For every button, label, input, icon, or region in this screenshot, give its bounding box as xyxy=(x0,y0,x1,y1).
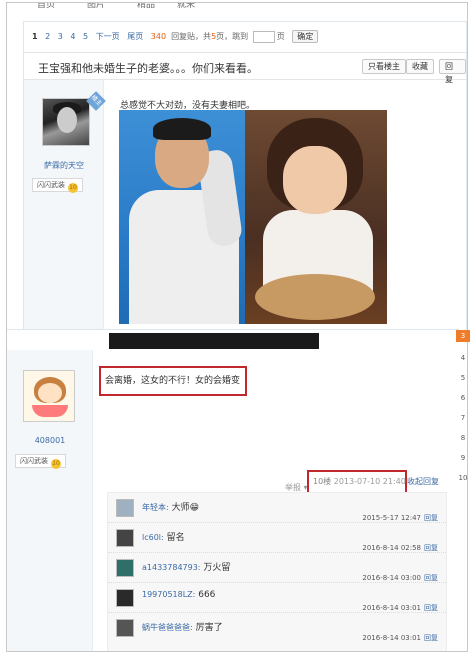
avatar[interactable] xyxy=(116,559,134,577)
user-medal: 闪闪武装 10 xyxy=(32,178,83,193)
avatar[interactable] xyxy=(42,98,90,146)
comment-reply-link[interactable]: 回复 xyxy=(424,634,438,642)
only-op-button[interactable]: 只看楼主 xyxy=(362,59,406,74)
comment-reply-link[interactable]: 回复 xyxy=(424,544,438,552)
floor-number: 10楼 xyxy=(313,477,332,486)
floor-index: 3 4 5 6 7 8 9 10 xyxy=(456,330,470,488)
next-page-link[interactable]: 下一页 xyxy=(96,32,120,41)
floor-index-item[interactable]: 9 xyxy=(456,448,470,468)
floor-index-item[interactable]: 10 xyxy=(456,468,470,488)
page-link[interactable]: 5 xyxy=(83,32,88,41)
comment-text: 万火留 xyxy=(203,563,231,573)
username-link[interactable]: 408001 xyxy=(7,436,93,445)
goto-confirm-button[interactable]: 确定 xyxy=(292,30,319,43)
comment-time: 2016-8-14 02:58 xyxy=(362,544,421,552)
floor-index-item[interactable]: 5 xyxy=(456,368,470,388)
page-current: 1 xyxy=(32,32,38,41)
nav-item-images[interactable]: 图片 xyxy=(87,3,105,10)
user-medal: 闪闪武装 10 xyxy=(15,454,66,469)
username-link[interactable]: 萨霖的天空 xyxy=(24,160,104,171)
medal-level-icon: 10 xyxy=(51,459,61,469)
comment-time: 2016-8-14 03:00 xyxy=(362,574,421,582)
reply-count: 340 xyxy=(150,32,167,41)
post-time: 2013-07-10 21:40 xyxy=(333,477,406,486)
page-unit: 页 xyxy=(276,32,285,41)
thread-title: 王宝强和他未婚生子的老婆。。。你们来看看。 xyxy=(38,62,258,75)
floor-index-item[interactable]: 7 xyxy=(456,408,470,428)
image-strip-bottom xyxy=(109,333,319,349)
floor-index-item[interactable]: 4 xyxy=(456,348,470,368)
last-page-link[interactable]: 尾页 xyxy=(127,32,143,41)
nav-item-featured[interactable]: 精品 xyxy=(137,3,155,10)
avatar[interactable] xyxy=(116,589,134,607)
comment-time: 2015-5-17 12:47 xyxy=(362,514,421,522)
post-image xyxy=(119,110,387,324)
avatar[interactable] xyxy=(116,529,134,547)
comment-user[interactable]: 蜗牛爸爸爸爸: xyxy=(142,623,193,632)
favorite-button[interactable]: 收藏 xyxy=(406,59,434,74)
list-item: 年轻本: 大师😁 2015-5-17 12:47 回复 xyxy=(108,493,446,523)
floor-index-item[interactable]: 3 xyxy=(456,330,470,342)
thread-panel: 1 2 3 4 5 下一页 尾页 340 回复贴，共5页，跳到 页 确定 王宝强和… xyxy=(23,21,467,334)
list-item: 蜗牛爸爸爸爸: 厉害了 2016-8-14 03:01 回复 xyxy=(108,613,446,643)
floor-index-item[interactable]: 6 xyxy=(456,388,470,408)
top-nav: 首页 图片 精品 就来 xyxy=(7,3,467,11)
comment-list: 年轻本: 大师😁 2015-5-17 12:47 回复 lc60l: 留名 201… xyxy=(107,492,447,651)
reply-button[interactable]: 回复 xyxy=(439,59,466,84)
goto-label: 页，跳到 xyxy=(216,32,249,41)
page-link[interactable]: 2 xyxy=(45,32,50,41)
reply-panel: 408001 闪闪武装 10 会离婚，这女的不行！女的会婚变 举报 ▾ 10楼 2… xyxy=(7,329,459,651)
pagination: 1 2 3 4 5 下一页 尾页 340 回复贴，共5页，跳到 页 确定 xyxy=(32,30,323,43)
comment-text: 留名 xyxy=(166,533,185,543)
collapse-replies-link[interactable]: 收起回复 xyxy=(407,476,439,487)
page-link[interactable]: 4 xyxy=(70,32,75,41)
reply-user-sidebar: 408001 闪闪武装 10 xyxy=(7,350,93,651)
comment-user[interactable]: a1433784793: xyxy=(142,563,201,572)
comment-user[interactable]: lc60l: xyxy=(142,533,164,542)
nav-item-more[interactable]: 就来 xyxy=(177,3,195,10)
comment-time: 2016-8-14 03:01 xyxy=(362,604,421,612)
reply-body-text: 会离婚，这女的不行！女的会婚变 xyxy=(99,366,247,396)
op-user-sidebar: 楼主 萨霖的天空 闪闪武装 10 xyxy=(24,80,106,334)
list-item: lc60l: 留名 2016-8-14 02:58 回复 xyxy=(108,523,446,553)
comment-reply-link[interactable]: 回复 xyxy=(424,514,438,522)
comment-user[interactable]: 年轻本: xyxy=(142,503,169,512)
goto-page-input[interactable] xyxy=(252,30,275,43)
floor-index-item[interactable]: 8 xyxy=(456,428,470,448)
comment-text: 大师😁 xyxy=(171,503,199,513)
comment-time: 2016-8-14 03:01 xyxy=(362,634,421,642)
total-label: 回复贴，共 xyxy=(171,32,212,41)
list-item: a1433784793: 万火留 2016-8-14 03:00 回复 xyxy=(108,553,446,583)
comment-text: 666 xyxy=(198,590,216,600)
avatar[interactable] xyxy=(116,499,134,517)
comment-user[interactable]: 19970518LZ: xyxy=(142,590,195,599)
list-item: 19970518LZ: 666 2016-8-14 03:01 回复 xyxy=(108,583,446,613)
screenshot-frame: 首页 图片 精品 就来 1 2 3 4 5 下一页 尾页 340 回复贴，共 5 页，… xyxy=(6,2,468,652)
floor-info-highlight: 10楼 2013-07-10 21:40 xyxy=(307,470,407,494)
comment-reply-link[interactable]: 回复 xyxy=(424,574,438,582)
page-link[interactable]: 3 xyxy=(58,32,63,41)
avatar[interactable] xyxy=(23,370,75,422)
comment-reply-link[interactable]: 回复 xyxy=(424,604,438,612)
thread-title-bar: 王宝强和他未婚生子的老婆。。。你们来看看。 只看楼主 收藏 回复 xyxy=(24,52,466,84)
comment-text: 厉害了 xyxy=(195,623,223,633)
nav-item-home[interactable]: 首页 xyxy=(37,3,55,10)
medal-level-icon: 10 xyxy=(68,183,78,193)
avatar[interactable] xyxy=(116,619,134,637)
